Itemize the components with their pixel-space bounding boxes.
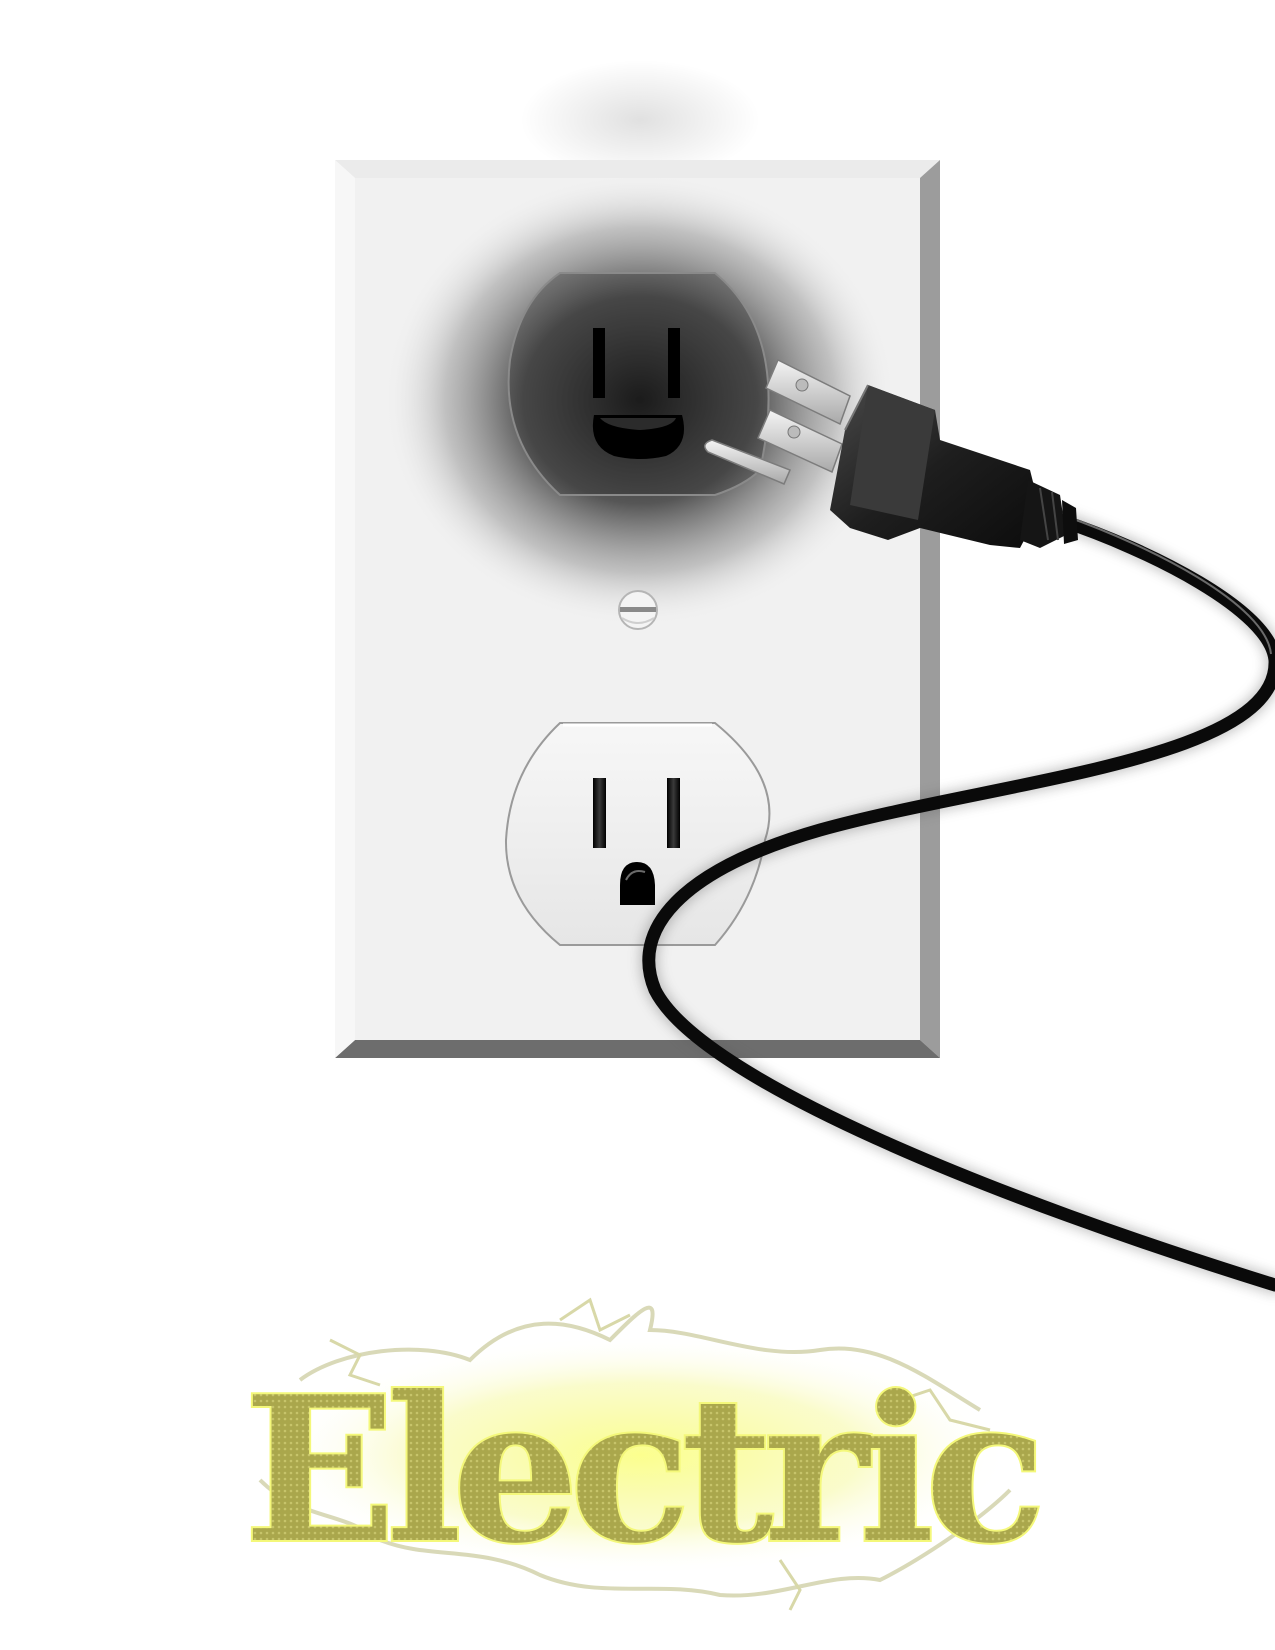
receptacle-icon bbox=[504, 722, 771, 946]
screw-icon bbox=[618, 590, 658, 630]
title-text: Electric bbox=[244, 1353, 1038, 1588]
electric-illustration: Electric bbox=[242, 60, 1275, 1611]
